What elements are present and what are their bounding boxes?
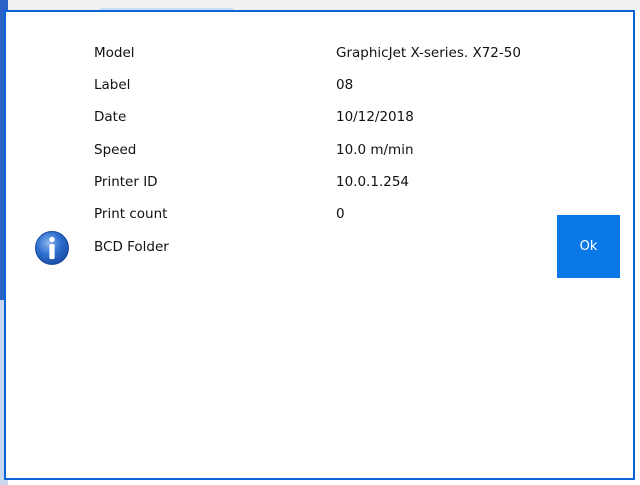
label-label: Label [94,77,131,93]
value-print-count: 0 [336,206,345,222]
info-dialog: Model GraphicJet X-series. X72-50 Label … [4,10,635,480]
value-label: 08 [336,77,354,93]
label-model: Model [94,45,135,61]
value-date: 10/12/2018 [336,109,414,125]
value-speed: 10.0 m/min [336,142,414,158]
value-model: GraphicJet X-series. X72-50 [336,45,521,61]
row-model: Model GraphicJet X-series. X72-50 [94,45,554,65]
label-bcd-folder: BCD Folder [94,239,169,255]
background-window-strip [0,0,640,10]
label-date: Date [94,109,127,125]
row-label: Label 08 [94,77,554,97]
info-icon [35,231,69,265]
row-speed: Speed 10.0 m/min [94,142,554,162]
row-printer-id: Printer ID 10.0.1.254 [94,174,554,194]
ok-button[interactable]: Ok [557,215,620,278]
row-date: Date 10/12/2018 [94,109,554,129]
label-printer-id: Printer ID [94,174,158,190]
label-print-count: Print count [94,206,168,222]
row-print-count: Print count 0 [94,206,554,226]
value-printer-id: 10.0.1.254 [336,174,409,190]
row-bcd-folder: BCD Folder [94,239,554,259]
label-speed: Speed [94,142,137,158]
